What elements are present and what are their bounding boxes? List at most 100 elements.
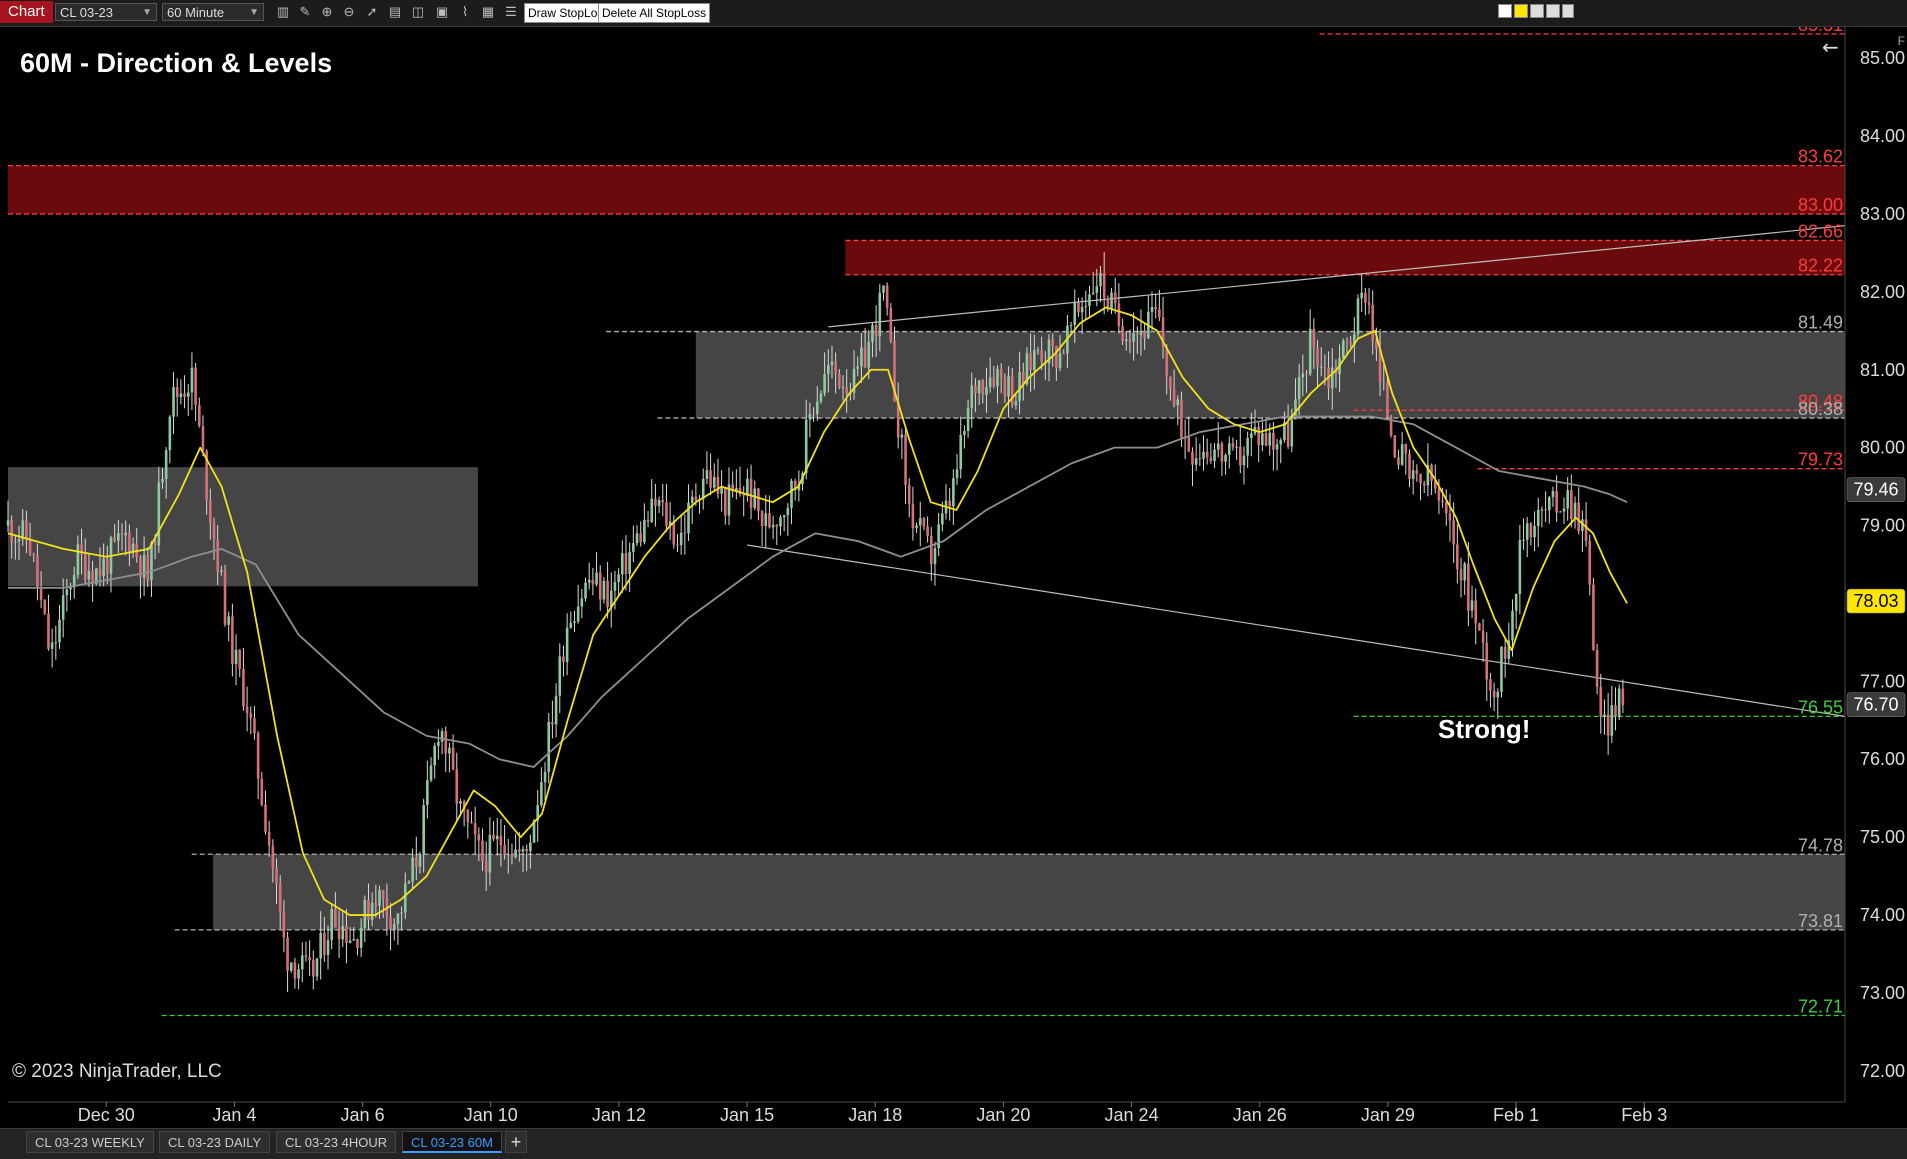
candle-down (834, 361, 837, 375)
candle-up (1308, 328, 1312, 375)
interval-select[interactable]: 60 Minute ▼ (162, 3, 264, 21)
candle-down (1128, 339, 1132, 342)
tab-4hour[interactable]: CL 03-23 4HOUR (276, 1131, 397, 1153)
list-icon[interactable]: ☰ (502, 3, 520, 21)
candle-down (1264, 433, 1268, 446)
candle-down (812, 413, 815, 415)
candle-down (889, 307, 893, 342)
candle-down (1614, 705, 1617, 717)
level-label: 72.71 (1798, 997, 1843, 1017)
candle-down (1055, 345, 1058, 369)
minimize-icon[interactable] (1530, 4, 1544, 18)
level-label: 73.81 (1798, 911, 1843, 931)
candle-down (381, 889, 385, 899)
candle-up (396, 913, 400, 924)
candle-down (1231, 443, 1235, 448)
candle-down (1577, 502, 1581, 531)
add-tab-button[interactable]: + (505, 1131, 527, 1153)
candle-down (275, 868, 278, 884)
candle-down (253, 718, 256, 734)
candle-up (488, 834, 492, 873)
template-icon[interactable]: ▦ (479, 3, 497, 21)
pencil-icon[interactable]: ✎ (296, 3, 314, 21)
candle-up (400, 912, 403, 914)
candle-up (867, 342, 871, 368)
zone-rect (8, 165, 1845, 214)
candle-up (440, 731, 444, 742)
properties-icon[interactable]: ◫ (409, 3, 427, 21)
candle-down (1077, 302, 1080, 313)
zoom-out-icon[interactable]: ⊖ (340, 3, 358, 21)
candle-up (326, 940, 330, 955)
candle-down (683, 532, 687, 534)
candle-down (503, 845, 506, 855)
instrument-select[interactable]: CL 03-23 ▼ (55, 3, 157, 21)
candle-up (529, 842, 532, 852)
candle-up (1099, 272, 1102, 287)
candle-up (61, 595, 65, 620)
close-icon[interactable] (1562, 4, 1574, 18)
candle-down (209, 500, 212, 523)
candle-down (1367, 302, 1371, 305)
candle-up (1463, 563, 1466, 581)
candle-down (1220, 443, 1224, 462)
candle-up (102, 558, 105, 577)
candle-down (1437, 488, 1441, 501)
candle-down (922, 518, 926, 527)
candle-down (278, 883, 282, 912)
candle-up (970, 385, 974, 408)
candle-up (643, 519, 646, 543)
indicators-icon[interactable]: ⌇ (456, 3, 474, 21)
maximize-icon[interactable] (1546, 4, 1560, 18)
candle-down (334, 908, 337, 928)
candle-up (1559, 511, 1562, 513)
window-highlight-icon[interactable] (1514, 4, 1528, 18)
candle-down (345, 926, 348, 943)
tab-daily[interactable]: CL 03-23 DAILY (159, 1131, 271, 1153)
window-color-icon[interactable] (1498, 4, 1512, 18)
candle-up (790, 480, 793, 508)
candle-up (573, 621, 576, 623)
candle-up (6, 520, 10, 526)
candle-down (1238, 446, 1242, 466)
pointer-icon[interactable]: ➚ (363, 3, 381, 21)
candle-down (1191, 451, 1194, 465)
level-label: 83.00 (1798, 195, 1843, 215)
tab-60m[interactable]: CL 03-23 60M (402, 1131, 502, 1153)
candle-down (911, 504, 915, 528)
candle-up (422, 805, 425, 855)
tab-weekly[interactable]: CL 03-23 WEEKLY (26, 1131, 154, 1153)
candle-down (1606, 714, 1610, 736)
candle-up (595, 572, 598, 585)
candle-up (17, 539, 21, 542)
candle-down (455, 769, 459, 804)
price-badge-label: 79.46 (1853, 480, 1898, 500)
instrument-value: CL 03-23 (60, 5, 113, 20)
chart-tag: Chart (0, 1, 53, 23)
candle-up (1073, 302, 1077, 325)
candle-up (514, 849, 517, 857)
strategy-icon[interactable]: ▣ (433, 3, 451, 21)
candle-down (874, 324, 878, 337)
bar-type-icon[interactable]: ▥ (274, 3, 292, 21)
candle-down (499, 835, 503, 846)
candle-down (672, 521, 676, 545)
delete-all-stoploss-button[interactable]: Delete All StopLoss (598, 3, 711, 23)
candle-up (168, 416, 172, 451)
candle-up (827, 365, 830, 375)
candle-up (569, 622, 573, 628)
candle-up (705, 470, 709, 479)
candle-up (1547, 497, 1551, 511)
candle-down (518, 849, 521, 852)
candle-up (1573, 502, 1577, 520)
candle-up (1496, 691, 1500, 698)
candle-up (1540, 509, 1544, 511)
toolbar: Chart CL 03-23 ▼ 60 Minute ▼ ▥ ✎ ⊕ ⊖ ➚ ▤… (0, 0, 1907, 27)
candle-down (1408, 453, 1411, 479)
candle-up (558, 656, 562, 696)
price-chart[interactable]: 72.0073.0074.0075.0076.0077.0078.0079.00… (0, 27, 1907, 1127)
candle-up (657, 500, 661, 506)
data-box-icon[interactable]: ▤ (386, 3, 404, 21)
arrow-left-icon[interactable]: ← (1822, 35, 1839, 59)
zoom-in-icon[interactable]: ⊕ (318, 3, 336, 21)
